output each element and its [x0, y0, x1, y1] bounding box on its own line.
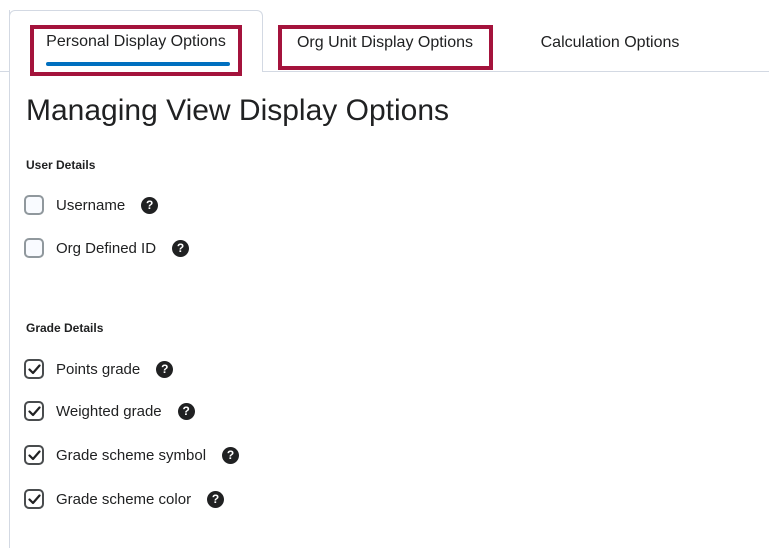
help-icon[interactable]: ?: [141, 196, 159, 214]
help-icon[interactable]: ?: [207, 490, 225, 508]
grade-details-heading: Grade Details: [26, 321, 104, 335]
option-label: Weighted grade: [56, 402, 162, 420]
grade-scheme-symbol-checkbox[interactable]: [24, 445, 44, 465]
help-icon[interactable]: ?: [156, 360, 174, 378]
points-grade-checkbox[interactable]: [24, 359, 44, 379]
option-org-defined-id: Org Defined ID ?: [24, 236, 190, 260]
checkmark-icon: [27, 493, 41, 504]
option-points-grade: Points grade ?: [24, 357, 174, 381]
option-grade-scheme-color: Grade scheme color ?: [24, 487, 225, 511]
org-defined-id-checkbox[interactable]: [24, 238, 44, 258]
checkmark-icon: [27, 405, 41, 416]
option-grade-scheme-symbol: Grade scheme symbol ?: [24, 443, 240, 467]
grade-scheme-color-checkbox[interactable]: [24, 489, 44, 509]
active-tab-indicator: [46, 62, 230, 66]
tab-calculation-options[interactable]: Calculation Options: [510, 14, 710, 72]
option-label: Username: [56, 196, 126, 214]
page-title: Managing View Display Options: [26, 94, 450, 127]
tab-label: Calculation Options: [540, 34, 680, 51]
option-label: Grade scheme symbol: [56, 446, 207, 464]
option-label: Points grade: [56, 360, 141, 378]
tab-label: Org Unit Display Options: [296, 34, 474, 51]
tab-org-unit-display-options[interactable]: Org Unit Display Options: [276, 14, 494, 72]
help-icon[interactable]: ?: [172, 239, 190, 257]
user-details-heading: User Details: [26, 158, 96, 172]
option-weighted-grade: Weighted grade ?: [24, 399, 195, 423]
help-icon[interactable]: ?: [222, 446, 240, 464]
weighted-grade-checkbox[interactable]: [24, 401, 44, 421]
option-label: Grade scheme color: [56, 490, 192, 508]
checkmark-icon: [27, 363, 41, 374]
checkmark-icon: [27, 449, 41, 460]
username-checkbox[interactable]: [24, 195, 44, 215]
option-label: Org Defined ID: [56, 239, 157, 257]
help-icon[interactable]: ?: [177, 402, 195, 420]
content-left-border: [9, 10, 10, 548]
tab-label: Personal Display Options: [46, 32, 226, 50]
option-username: Username ?: [24, 193, 159, 217]
